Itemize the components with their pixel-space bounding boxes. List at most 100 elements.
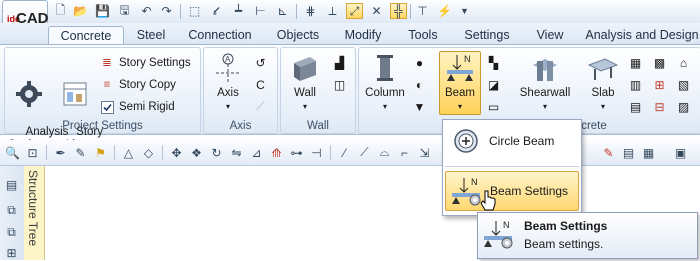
chamfer-icon[interactable]: ⌐ bbox=[396, 144, 413, 161]
redo-icon[interactable]: ↷ bbox=[158, 3, 175, 19]
trim-icon[interactable]: ⊶ bbox=[288, 144, 305, 161]
tee-icon[interactable]: ⊤ bbox=[414, 3, 431, 19]
tab-steel[interactable]: Steel bbox=[126, 26, 176, 45]
copy-icon[interactable]: ❖ bbox=[188, 144, 205, 161]
wall-type-icon[interactable]: ▟ bbox=[331, 54, 348, 71]
slab-stair-icon[interactable]: ▧ bbox=[675, 76, 692, 93]
new-file-icon[interactable]: 🗋 bbox=[52, 3, 69, 19]
tab-objects[interactable]: Objects bbox=[266, 26, 330, 45]
view-toolbar: 🔍 ⊡ ✒ ✎ ⚑ △ ◇ ✥ ❖ ↻ ⇋ ⊿ ⟰ ⊶ ⊣ ⁄ ⟋ ⌓ ⌐ ⇲ … bbox=[0, 140, 700, 166]
line-icon[interactable]: ⊢ bbox=[252, 3, 269, 19]
group-label-wall: Wall bbox=[307, 120, 329, 132]
measure-icon[interactable]: ⚑ bbox=[92, 144, 109, 161]
tab-connection[interactable]: Connection bbox=[180, 26, 260, 45]
undo-icon[interactable]: ↶ bbox=[138, 3, 155, 19]
structure-tree-tab[interactable]: Structure Tree bbox=[24, 166, 45, 260]
tab-settings[interactable]: Settings bbox=[456, 26, 518, 45]
open-folder-icon[interactable]: 📂 bbox=[72, 3, 89, 19]
slab-split-icon[interactable]: ⊟ bbox=[651, 98, 668, 115]
lightning-icon[interactable]: ⚡ bbox=[436, 3, 453, 19]
beam-label: Beam bbox=[444, 87, 476, 99]
tab-modify[interactable]: Modify bbox=[334, 26, 392, 45]
story-list-icon bbox=[58, 78, 92, 110]
story-settings-button[interactable]: ≣ Story Settings bbox=[99, 54, 191, 72]
rotate-icon[interactable]: ↻ bbox=[208, 144, 225, 161]
beam-button[interactable]: N Beam ▾ bbox=[439, 51, 481, 115]
layers-icon[interactable]: ⧉ bbox=[3, 202, 20, 219]
slab-opening-icon[interactable]: ⊞ bbox=[651, 76, 668, 93]
axis-curve-icon[interactable]: C bbox=[252, 76, 269, 93]
wall-icon bbox=[288, 52, 322, 84]
table-icon[interactable]: ▦ bbox=[640, 144, 657, 161]
shearwall-button[interactable]: Shearwall ▾ bbox=[515, 52, 575, 113]
zoom-icon[interactable]: 🔍 bbox=[4, 144, 21, 161]
snap-midpoint-icon[interactable]: ✕ bbox=[368, 3, 385, 19]
zoom-window-icon[interactable]: ⊡ bbox=[24, 144, 41, 161]
tab-view[interactable]: View bbox=[528, 26, 572, 45]
slab-roof-icon[interactable]: ⌂ bbox=[675, 54, 692, 71]
slab-waffle-icon[interactable]: ▩ bbox=[651, 54, 668, 71]
menu-item-circle-beam[interactable]: Circle Beam bbox=[445, 122, 577, 160]
pen-icon[interactable]: ✒ bbox=[52, 144, 69, 161]
move-icon[interactable]: ⭹ bbox=[208, 3, 225, 19]
paint-icon[interactable]: ✎ bbox=[600, 144, 617, 161]
slab-grid-icon[interactable]: ▦ bbox=[627, 54, 644, 71]
tooltip-text: Beam settings. bbox=[524, 237, 604, 251]
save-as-icon[interactable]: 🖫 bbox=[116, 3, 133, 19]
circle-beam-icon bbox=[449, 125, 483, 157]
semi-rigid-checkbox[interactable]: Semi Rigid bbox=[99, 98, 175, 116]
column-shape-icon[interactable]: ◐ bbox=[411, 76, 428, 93]
wall-button[interactable]: Wall ▾ bbox=[285, 52, 325, 113]
snap-active-icon[interactable]: ⤢ bbox=[346, 3, 363, 19]
slab-label: Slab bbox=[591, 87, 615, 99]
slab-layer-icon[interactable]: ▨ bbox=[675, 98, 692, 115]
group-axis: A Axis ▾ ↺ C ⟋ Axis bbox=[203, 47, 278, 134]
snap-perpendicular-icon[interactable]: ⟂ bbox=[324, 3, 341, 19]
wall-opening-icon[interactable]: ◫ bbox=[331, 76, 348, 93]
calculator-icon[interactable]: ▤ bbox=[620, 144, 637, 161]
dropdown-arrow-icon[interactable]: ▼ bbox=[456, 3, 473, 19]
fillet-icon[interactable]: ⌓ bbox=[376, 144, 393, 161]
stack-icon[interactable]: ⧉ bbox=[3, 224, 20, 241]
axis-diagonal-icon[interactable]: ⟋ bbox=[252, 98, 269, 115]
slab-rib-icon[interactable]: ▥ bbox=[627, 76, 644, 93]
column-capital-icon[interactable]: ▼ bbox=[411, 98, 428, 115]
slab-button[interactable]: Slab ▾ bbox=[583, 52, 623, 113]
axis-button[interactable]: A Axis ▾ bbox=[208, 52, 248, 113]
axis-arc-icon[interactable]: ↺ bbox=[252, 54, 269, 71]
break-icon[interactable]: ⁄ bbox=[336, 144, 353, 161]
align-icon[interactable]: ┷ bbox=[230, 3, 247, 19]
save-icon[interactable]: 💾 bbox=[94, 3, 111, 19]
select-icon[interactable]: ⬚ bbox=[186, 3, 203, 19]
beam-opening-icon[interactable]: ▚ bbox=[485, 54, 502, 71]
join-icon[interactable]: ⟋ bbox=[356, 144, 373, 161]
group-label-axis: Axis bbox=[229, 120, 252, 132]
snap-endpoint-icon[interactable]: ╬ bbox=[390, 3, 407, 19]
offset-icon[interactable]: ⟰ bbox=[268, 144, 285, 161]
move-icon[interactable]: ✥ bbox=[168, 144, 185, 161]
snap-node-icon[interactable]: ⋕ bbox=[302, 3, 319, 19]
tab-analysis-and-design[interactable]: Analysis and Design bbox=[584, 26, 700, 45]
menu-item-beam-settings[interactable]: N Beam Settings bbox=[445, 171, 579, 211]
beam-stair-icon[interactable]: ◪ bbox=[485, 76, 502, 93]
grid-panel-icon[interactable]: ⊞ bbox=[3, 244, 20, 261]
scale-icon[interactable]: ⊿ bbox=[248, 144, 265, 161]
story-copy-button[interactable]: ≡ Story Copy bbox=[99, 76, 176, 94]
circle-column-icon[interactable]: ● bbox=[411, 54, 428, 71]
extend-icon[interactable]: ⊣ bbox=[308, 144, 325, 161]
tab-tools[interactable]: Tools bbox=[398, 26, 448, 45]
story-settings-label: Story Settings bbox=[119, 57, 191, 69]
panel-toggle-icon[interactable]: ▤ bbox=[3, 176, 20, 193]
group-project-settings: Analysis Settings Story List ≣ Story Set… bbox=[4, 47, 201, 151]
pick-icon[interactable]: ✎ bbox=[72, 144, 89, 161]
column-button[interactable]: Column ▾ bbox=[363, 52, 407, 113]
quick-access-toolbar: 🗋 📂 💾 🖫 ↶ ↷ ⬚ ⭹ ┷ ⊢ ⊾ ⋕ ⟂ ⤢ ✕ ╬ ⊤ ⚡ ▼ bbox=[0, 0, 700, 24]
image-icon[interactable]: ▣ bbox=[672, 144, 689, 161]
shape-icon[interactable]: ◇ bbox=[140, 144, 157, 161]
slab-block-icon[interactable]: ▤ bbox=[627, 98, 644, 115]
beam-edit-icon[interactable]: ▭ bbox=[485, 98, 502, 115]
stretch-icon[interactable]: ⇲ bbox=[416, 144, 433, 161]
grid-snap-icon[interactable]: ⊾ bbox=[274, 3, 291, 19]
mirror-icon[interactable]: ⇋ bbox=[228, 144, 245, 161]
triangle-icon[interactable]: △ bbox=[120, 144, 137, 161]
